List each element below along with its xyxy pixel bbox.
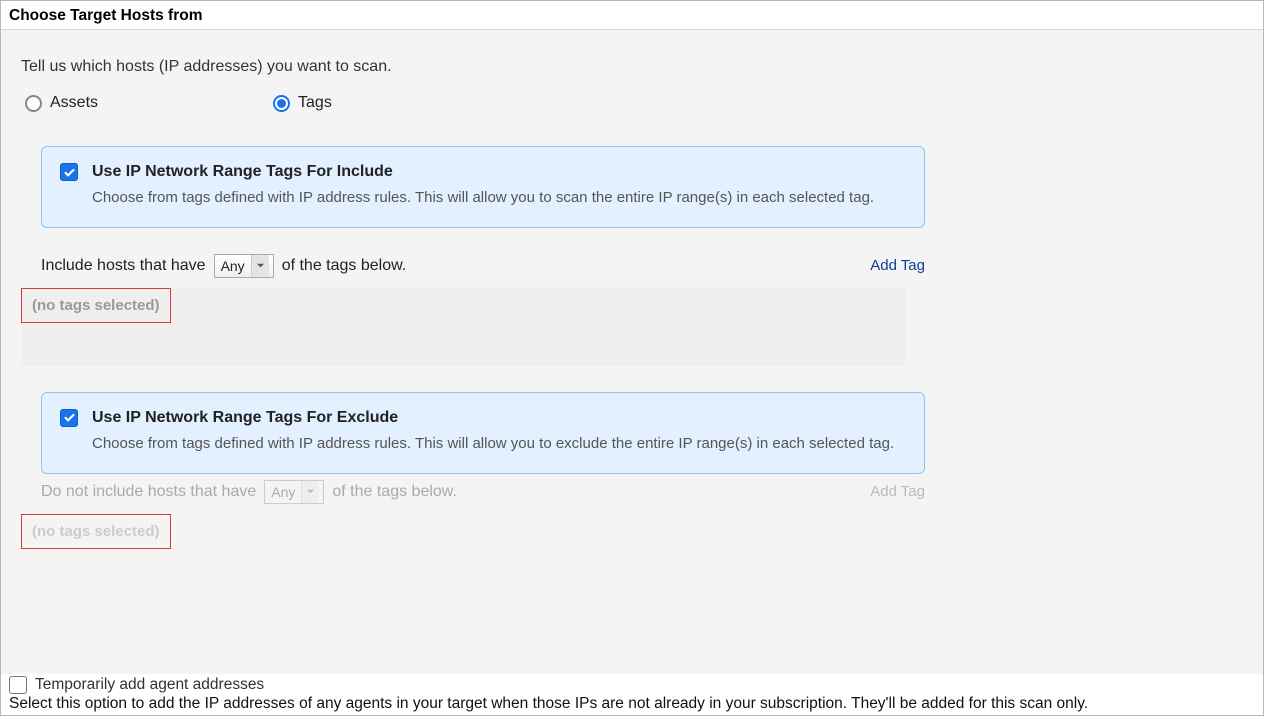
panel-title: Choose Target Hosts from: [1, 1, 1263, 30]
exclude-tag-area[interactable]: (no tags selected): [21, 514, 905, 574]
chevron-down-icon: [251, 255, 269, 277]
radio-icon: [25, 95, 42, 112]
include-info-title: Use IP Network Range Tags For Include: [92, 163, 906, 181]
exclude-info-title: Use IP Network Range Tags For Exclude: [92, 409, 906, 427]
exclude-add-tag-link: Add Tag: [870, 483, 925, 500]
include-match-select[interactable]: Any: [214, 254, 274, 278]
radio-assets-label: Assets: [50, 94, 98, 112]
exclude-match-select[interactable]: Any: [264, 480, 324, 504]
include-info-content: Use IP Network Range Tags For Include Ch…: [92, 163, 906, 209]
check-icon: [63, 166, 76, 179]
exclude-filter-suffix: of the tags below.: [332, 483, 457, 501]
intro-text: Tell us which hosts (IP addresses) you w…: [21, 58, 1243, 76]
radio-icon: [273, 95, 290, 112]
temp-add-agent-checkbox[interactable]: [9, 676, 27, 694]
exclude-info-content: Use IP Network Range Tags For Exclude Ch…: [92, 409, 906, 455]
exclude-info-box: Use IP Network Range Tags For Exclude Ch…: [41, 392, 925, 474]
include-checkbox[interactable]: [60, 163, 78, 181]
exclude-no-tags-placeholder: (no tags selected): [21, 514, 171, 549]
exclude-match-value: Any: [271, 484, 295, 500]
temp-add-agent-desc: Select this option to add the IP address…: [9, 695, 1255, 713]
include-tag-area[interactable]: (no tags selected): [21, 288, 905, 366]
chevron-down-icon: [301, 481, 319, 503]
panel-body: Tell us which hosts (IP addresses) you w…: [1, 30, 1263, 686]
exclude-filter-row: Do not include hosts that have Any of th…: [41, 480, 925, 504]
include-info-desc: Choose from tags defined with IP address…: [92, 187, 906, 209]
radio-tags-label: Tags: [298, 94, 332, 112]
include-filter-prefix: Include hosts that have: [41, 257, 206, 275]
include-section: Use IP Network Range Tags For Include Ch…: [21, 146, 1243, 574]
radio-tags[interactable]: Tags: [273, 94, 332, 112]
exclude-info-desc: Choose from tags defined with IP address…: [92, 433, 906, 455]
temp-add-agent-label: Temporarily add agent addresses: [35, 676, 264, 694]
target-hosts-panel: Choose Target Hosts from Tell us which h…: [0, 0, 1264, 716]
exclude-checkbox[interactable]: [60, 409, 78, 427]
exclude-filter-prefix: Do not include hosts that have: [41, 483, 256, 501]
check-icon: [63, 411, 76, 424]
radio-assets[interactable]: Assets: [25, 94, 98, 112]
include-filter-suffix: of the tags below.: [282, 257, 407, 275]
host-source-radio-group: Assets Tags: [21, 94, 1243, 112]
footer: Temporarily add agent addresses Select t…: [1, 674, 1263, 715]
include-info-box: Use IP Network Range Tags For Include Ch…: [41, 146, 925, 228]
include-add-tag-link[interactable]: Add Tag: [870, 257, 925, 274]
include-filter-row: Include hosts that have Any of the tags …: [41, 254, 925, 278]
include-no-tags-placeholder: (no tags selected): [21, 288, 171, 323]
include-match-value: Any: [221, 258, 245, 274]
